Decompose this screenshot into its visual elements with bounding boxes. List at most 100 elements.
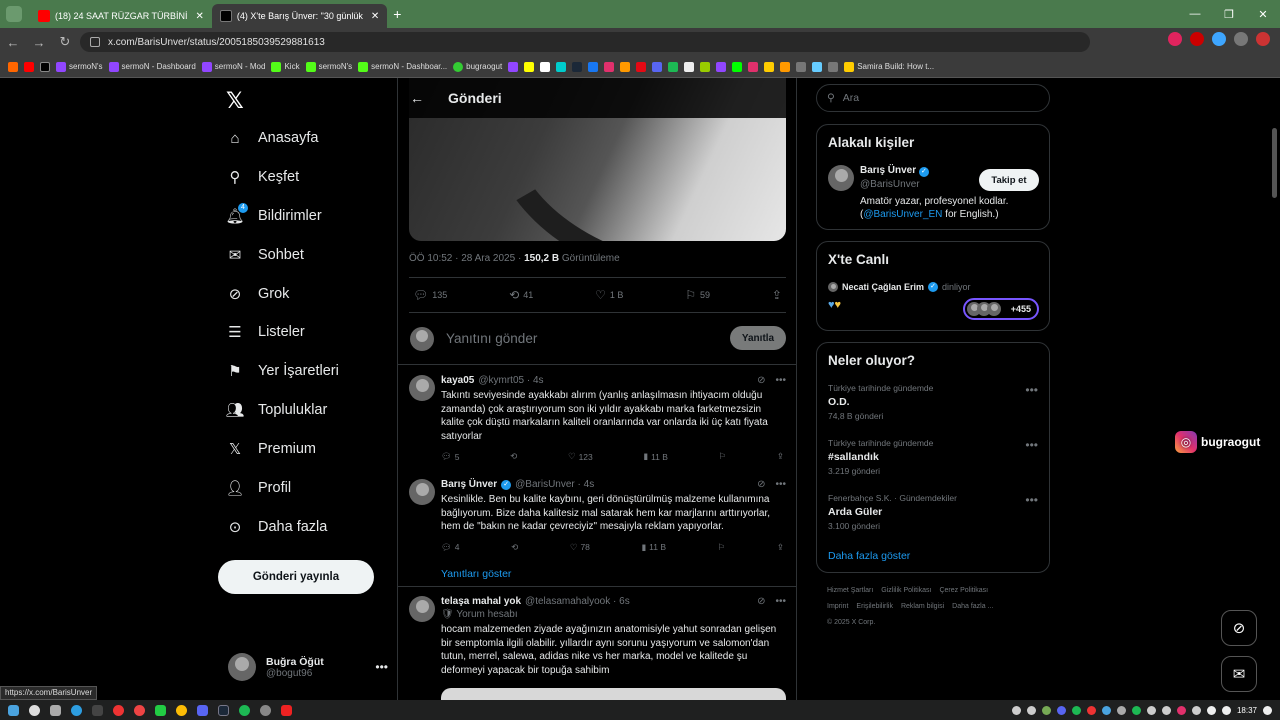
bookmark[interactable]	[24, 61, 34, 72]
wifi-icon[interactable]	[1206, 705, 1216, 715]
trend-item[interactable]: Türkiye tarihinde gündemde O.D. 74,8 B g…	[828, 383, 1038, 421]
search-icon[interactable]	[29, 704, 40, 716]
person-handle[interactable]: @BarisUnver	[860, 179, 929, 190]
bookmark[interactable]	[8, 61, 18, 72]
person-name[interactable]: Barış Ünver	[860, 165, 916, 176]
scrollbar[interactable]	[1272, 128, 1277, 198]
bookmark[interactable]: bugraogut	[453, 61, 502, 72]
more-icon[interactable]: •••	[775, 479, 786, 490]
tray-icon[interactable]	[1071, 705, 1081, 715]
x-logo-icon[interactable]: 𝕏	[226, 88, 244, 114]
tray-icon[interactable]	[1176, 705, 1186, 715]
grok-icon[interactable]: ⊘	[757, 375, 765, 386]
bookmark[interactable]: sermoN's	[56, 61, 103, 72]
search-input[interactable]: ⚲ Ara	[816, 84, 1050, 112]
bookmark-action[interactable]: ⚐ 59	[685, 288, 710, 302]
like-action[interactable]: ♡ 123	[568, 451, 593, 462]
grok-fab[interactable]: ⊘	[1221, 610, 1257, 646]
avatar[interactable]	[409, 596, 435, 622]
footer-link[interactable]: Hizmet Şartları	[827, 587, 873, 594]
tray-icon[interactable]	[1131, 705, 1141, 715]
bookmark-action[interactable]: ⚐	[718, 542, 726, 553]
bookmark[interactable]	[620, 61, 631, 72]
bookmark[interactable]: sermoN - Mod	[201, 61, 265, 72]
new-tab-icon[interactable]: +	[393, 6, 401, 22]
more-icon[interactable]: •••	[1025, 383, 1038, 397]
reply-button[interactable]: Yanıtla	[730, 326, 786, 350]
views-action[interactable]: ▮ 11 B	[641, 542, 666, 553]
app-icon[interactable]	[92, 704, 103, 716]
maximize-icon[interactable]: ❐	[1212, 0, 1246, 28]
tray-icon[interactable]	[1056, 705, 1066, 715]
footer-link[interactable]: Gizlilik Politikası	[881, 587, 931, 594]
repost-action[interactable]: ⟲ 41	[509, 288, 533, 302]
volume-icon[interactable]	[1221, 705, 1231, 715]
back-icon[interactable]: ←	[0, 35, 26, 50]
more-icon[interactable]: •••	[375, 660, 388, 674]
bookmark[interactable]	[572, 61, 583, 72]
nav-communities[interactable]: 👥︎ Topluluklar	[225, 401, 327, 419]
nav-grok[interactable]: ⊘ Grok	[226, 285, 290, 303]
bookmark[interactable]	[508, 61, 519, 72]
clock[interactable]: 18:37	[1237, 706, 1257, 715]
more-icon[interactable]: •••	[775, 375, 786, 386]
live-card[interactable]: X'te Canlı Necati Çağlan Erim ✓ dinliyor…	[816, 241, 1050, 331]
bookmark[interactable]	[828, 61, 839, 72]
author-name[interactable]: kaya05	[441, 375, 474, 386]
avatar[interactable]	[409, 479, 435, 505]
share-action[interactable]: ⇪	[777, 451, 784, 462]
chrome-icon[interactable]	[176, 704, 187, 716]
task-view-icon[interactable]	[50, 704, 61, 716]
show-replies-link[interactable]: Yanıtları göster	[441, 568, 511, 580]
reply-action[interactable]: 💬︎ 4	[441, 542, 460, 553]
app-icon[interactable]	[113, 704, 124, 716]
app-icon[interactable]	[260, 704, 271, 716]
share-action[interactable]: ⇪	[772, 288, 782, 302]
author-handle[interactable]: @BarisUnver · 4s	[515, 479, 594, 490]
nav-more[interactable]: ⊙ Daha fazla	[226, 518, 328, 536]
author-handle[interactable]: @kymrt05 · 4s	[478, 375, 543, 386]
listener-count[interactable]: +455	[963, 298, 1039, 320]
notification-icon[interactable]	[1263, 705, 1272, 715]
share-action[interactable]: ⇪	[777, 542, 784, 553]
bookmark[interactable]	[556, 61, 567, 72]
tab-list-icon[interactable]	[6, 6, 22, 22]
forward-icon[interactable]: →	[26, 35, 52, 50]
trend-item[interactable]: Fenerbahçe S.K. · Gündemdekiler Arda Gül…	[828, 493, 1038, 531]
bookmark[interactable]	[764, 61, 775, 72]
grok-icon[interactable]: ⊘	[757, 596, 765, 607]
edge-icon[interactable]	[71, 704, 82, 716]
back-arrow-icon[interactable]: ←	[410, 90, 424, 106]
tray-icon[interactable]	[1146, 705, 1156, 715]
nav-premium[interactable]: 𝕏 Premium	[226, 440, 316, 458]
messages-fab[interactable]: ✉	[1221, 656, 1257, 692]
bookmark[interactable]	[668, 61, 679, 72]
footer-link[interactable]: Çerez Politikası	[939, 587, 988, 594]
bookmark[interactable]: sermoN's	[305, 61, 352, 72]
like-action[interactable]: ♡ 1 B	[595, 288, 623, 302]
tray-icon[interactable]	[1086, 705, 1096, 715]
tray-icon[interactable]	[1191, 705, 1201, 715]
bio-link[interactable]: @BarisUnver_EN	[863, 209, 942, 220]
footer-link[interactable]: Imprint	[827, 603, 848, 610]
nav-bookmarks[interactable]: ⚑ Yer İşaretleri	[226, 362, 339, 380]
bookmark[interactable]	[780, 61, 791, 72]
reload-icon[interactable]: ↻	[52, 34, 78, 50]
repost-action[interactable]: ⟲	[510, 451, 517, 462]
tweet-image[interactable]	[441, 688, 786, 700]
bookmark[interactable]	[732, 61, 743, 72]
bookmark[interactable]	[40, 61, 50, 72]
grok-icon[interactable]: ⊘	[757, 479, 765, 490]
bookmark[interactable]	[604, 61, 615, 72]
avatar[interactable]	[409, 375, 435, 401]
bookmark[interactable]	[540, 61, 551, 72]
windows-start-icon[interactable]	[8, 704, 19, 716]
bookmark[interactable]	[796, 61, 807, 72]
bookmark[interactable]	[812, 61, 823, 72]
steam-icon[interactable]	[218, 704, 229, 716]
tray-icon[interactable]	[1116, 705, 1126, 715]
nav-profile[interactable]: 👤︎ Profil	[225, 479, 291, 497]
bookmark[interactable]	[636, 61, 647, 72]
bookmark[interactable]	[524, 61, 535, 72]
nav-messages[interactable]: ✉ Sohbet	[226, 246, 304, 264]
